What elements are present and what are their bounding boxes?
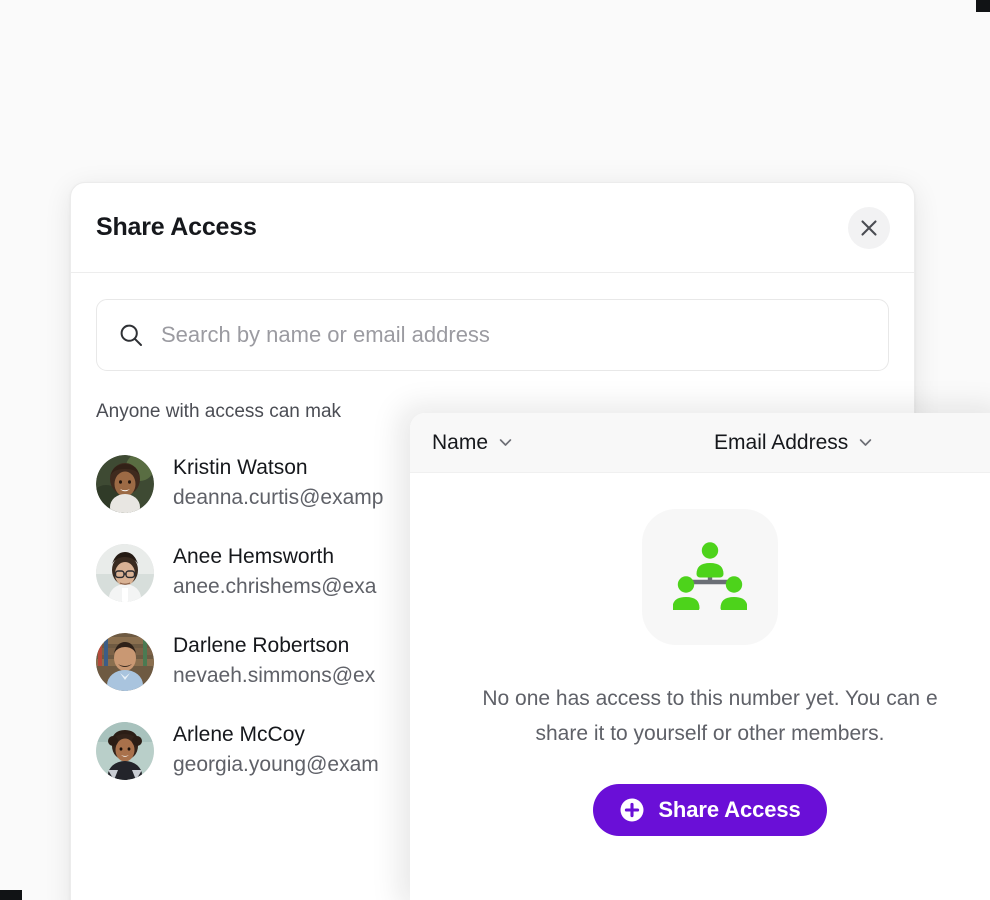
chevron-down-icon[interactable]: [857, 434, 874, 451]
person-text: Kristin Watson deanna.curtis@examp: [173, 455, 383, 512]
person-email: anee.chrishems@exa: [173, 575, 377, 599]
search-field[interactable]: [96, 299, 889, 371]
column-header-email-address[interactable]: Email Address: [714, 431, 874, 455]
person-email: deanna.curtis@examp: [173, 486, 384, 510]
search-icon: [117, 321, 145, 349]
share-access-button-label: Share Access: [658, 796, 801, 822]
person-name: Anee Hemsworth: [173, 545, 335, 569]
person-email: georgia.young@exam: [173, 753, 379, 777]
empty-state-message-line-1: No one has access to this number yet. Yo…: [482, 687, 938, 710]
column-header-email-address-label: Email Address: [714, 430, 849, 454]
people-network-icon: [672, 540, 748, 615]
plus-circle-icon: [619, 797, 645, 823]
table-header-row: Name Email Address Ac: [410, 413, 990, 473]
person-name: Darlene Robertson: [173, 634, 350, 658]
avatar: [96, 633, 154, 691]
window-chrome-top-right: [976, 0, 990, 12]
empty-state-icon-container: [642, 509, 778, 645]
close-icon: [858, 217, 880, 239]
chevron-down-icon[interactable]: [497, 434, 514, 451]
column-header-name[interactable]: Name: [432, 431, 514, 455]
person-name: Arlene McCoy: [173, 723, 305, 747]
window-chrome-bottom-left: [0, 890, 22, 900]
person-email: nevaeh.simmons@ex: [173, 664, 376, 688]
share-access-button[interactable]: Share Access: [593, 783, 827, 836]
person-text: Anee Hemsworth anee.chrishems@exa: [173, 544, 376, 601]
person-text: Darlene Robertson nevaeh.simmons@ex: [173, 633, 375, 690]
person-name: Kristin Watson: [173, 456, 308, 480]
column-header-name-label: Name: [432, 430, 489, 454]
empty-state-message-line-2: share it to yourself or other members.: [535, 722, 885, 746]
access-table-panel: Name Email Address Ac: [410, 413, 990, 900]
avatar: [96, 544, 154, 602]
avatar: [96, 455, 154, 513]
avatar: [96, 722, 154, 780]
page-title: Share Access: [96, 213, 257, 241]
modal-header: Share Access: [71, 183, 914, 273]
close-button[interactable]: [848, 206, 890, 249]
empty-state: No one has access to this number yet. Yo…: [410, 473, 990, 900]
empty-state-message: No one has access to this number yet. Yo…: [420, 681, 990, 752]
search-input[interactable]: [161, 322, 868, 348]
person-text: Arlene McCoy georgia.young@exam: [173, 722, 379, 779]
screen-root: Share Access Anyone with: [0, 0, 990, 900]
